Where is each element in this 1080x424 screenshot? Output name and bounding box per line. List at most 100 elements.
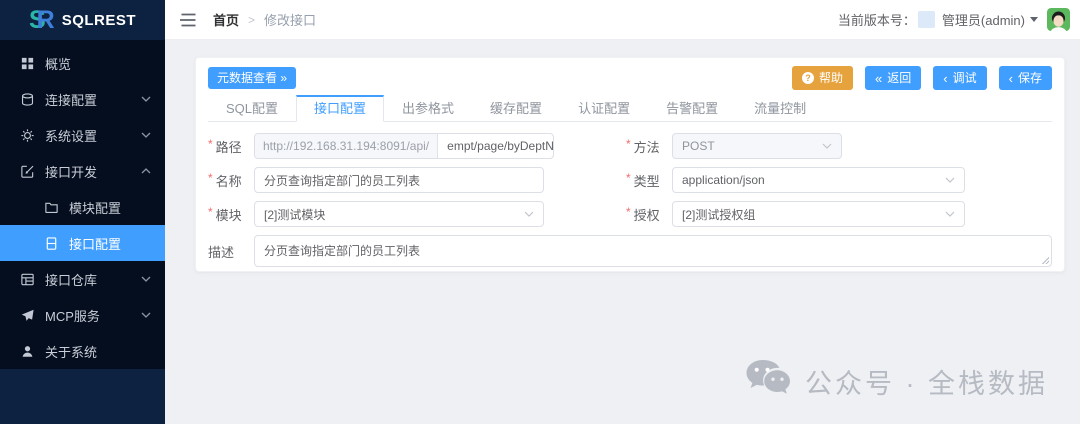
sidebar-item-label: 接口配置 — [69, 234, 121, 253]
chevron-down-icon — [822, 143, 832, 149]
user-icon — [20, 343, 35, 359]
type-label: *类型 — [626, 171, 672, 190]
required-asterisk: * — [208, 171, 213, 190]
main-area: 首页 > 修改接口 当前版本号： 管理员(admin) 元数据查看 » ? — [165, 0, 1080, 424]
tab-api-config[interactable]: 接口配置 — [296, 95, 384, 122]
sidebar-item-label: 概览 — [45, 54, 71, 73]
watermark: 公众号 · 全栈数据 — [744, 358, 1048, 404]
type-select[interactable]: application/json — [672, 167, 965, 193]
api-config-form: *路径 http://192.168.31.194:8091/api/ empt… — [208, 122, 1052, 267]
chevron-up-icon — [141, 168, 151, 174]
sidebar-menu: 概览 连接配置 系统设置 接口开发 — [0, 40, 165, 369]
metadata-view-button[interactable]: 元数据查看 » — [208, 67, 296, 89]
breadcrumb-home[interactable]: 首页 — [213, 10, 239, 29]
chevron-left-icon: ‹ — [943, 72, 947, 85]
resize-handle[interactable] — [1041, 256, 1049, 264]
name-label: *名称 — [208, 171, 254, 190]
sidebar-item-label: 关于系统 — [45, 342, 97, 361]
tab-sql-config[interactable]: SQL配置 — [208, 95, 296, 122]
tab-cache-config[interactable]: 缓存配置 — [472, 95, 560, 122]
send-icon — [20, 307, 35, 323]
name-input[interactable]: 分页查询指定部门的员工列表 — [254, 167, 544, 193]
api-config-card: 元数据查看 » ? 帮助 « 返回 ‹ 调试 ‹ 保存 — [195, 57, 1065, 272]
edit-icon — [20, 163, 35, 179]
sidebar-item-label: 连接配置 — [45, 90, 97, 109]
user-menu[interactable]: 管理员(admin) — [942, 10, 1025, 29]
sidebar-item-module-config[interactable]: 模块配置 — [0, 189, 165, 225]
sidebar-item-label: 接口仓库 — [45, 270, 97, 289]
path-input[interactable]: empt/page/byDeptNo — [438, 134, 554, 158]
chevron-left-icon: ‹ — [1009, 72, 1013, 85]
sidebar-item-label: 模块配置 — [69, 198, 121, 217]
sidebar-item-api-config[interactable]: 接口配置 — [0, 225, 165, 261]
app-window: SR SQLREST 概览 连接配置 系统设置 — [0, 0, 1080, 424]
tab-output-format[interactable]: 出参格式 — [384, 95, 472, 122]
sidebar-item-connections[interactable]: 连接配置 — [0, 81, 165, 117]
chevron-down-icon — [141, 276, 151, 282]
sidebar-item-mcp-service[interactable]: MCP服务 — [0, 297, 165, 333]
topbar: 首页 > 修改接口 当前版本号： 管理员(admin) — [165, 0, 1080, 40]
question-circle-icon: ? — [802, 72, 814, 84]
tab-auth-config[interactable]: 认证配置 — [560, 95, 648, 122]
sidebar-item-label: 接口开发 — [45, 162, 97, 181]
required-asterisk: * — [626, 171, 631, 190]
card-toolbar: 元数据查看 » ? 帮助 « 返回 ‹ 调试 ‹ 保存 — [208, 65, 1052, 91]
back-button[interactable]: « 返回 — [865, 66, 921, 90]
description-label: 描述 — [208, 242, 254, 261]
caret-down-icon[interactable] — [1030, 17, 1038, 22]
database-icon — [20, 91, 35, 107]
chevron-down-icon — [141, 96, 151, 102]
sidebar-footer — [0, 369, 165, 424]
sidebar-item-system-settings[interactable]: 系统设置 — [0, 117, 165, 153]
sidebar: SR SQLREST 概览 连接配置 系统设置 — [0, 0, 165, 424]
module-label: *模块 — [208, 205, 254, 224]
tab-traffic-control[interactable]: 流量控制 — [736, 95, 824, 122]
chevron-down-icon — [141, 132, 151, 138]
path-input-group: http://192.168.31.194:8091/api/ empt/pag… — [254, 133, 554, 159]
save-button[interactable]: ‹ 保存 — [999, 66, 1052, 90]
breadcrumb-separator: > — [248, 13, 255, 27]
description-textarea[interactable]: 分页查询指定部门的员工列表 — [254, 235, 1052, 267]
chevron-down-icon — [945, 177, 955, 183]
required-asterisk: * — [208, 205, 213, 224]
wechat-icon — [744, 358, 792, 404]
sidebar-item-label: MCP服务 — [45, 306, 100, 325]
tab-alert-config[interactable]: 告警配置 — [648, 95, 736, 122]
module-select[interactable]: [2]测试模块 — [254, 201, 544, 227]
gear-icon — [20, 127, 35, 143]
path-label: *路径 — [208, 137, 254, 156]
sidebar-item-about[interactable]: 关于系统 — [0, 333, 165, 369]
version-label: 当前版本号： — [838, 10, 916, 29]
breadcrumb-current: 修改接口 — [264, 10, 316, 29]
method-select[interactable]: POST — [672, 133, 842, 159]
required-asterisk: * — [626, 205, 631, 224]
app-logo: SR SQLREST — [0, 0, 165, 40]
auth-select[interactable]: [2]测试授权组 — [672, 201, 965, 227]
file-icon — [44, 235, 59, 251]
double-chevron-left-icon: « — [875, 72, 882, 85]
sidebar-item-label: 系统设置 — [45, 126, 97, 145]
required-asterisk: * — [208, 137, 213, 156]
help-button[interactable]: ? 帮助 — [792, 66, 853, 90]
version-badge — [918, 11, 935, 28]
hamburger-icon[interactable] — [179, 13, 197, 27]
avatar[interactable] — [1047, 8, 1070, 31]
app-title: SQLREST — [62, 12, 136, 29]
watermark-text: 公众号 · 全栈数据 — [805, 362, 1048, 401]
required-asterisk: * — [626, 137, 631, 156]
sidebar-item-api-warehouse[interactable]: 接口仓库 — [0, 261, 165, 297]
path-base-input: http://192.168.31.194:8091/api/ — [255, 134, 438, 158]
folder-icon — [44, 199, 59, 215]
sidebar-item-api-development[interactable]: 接口开发 — [0, 153, 165, 189]
debug-button[interactable]: ‹ 调试 — [933, 66, 986, 90]
grid-icon — [20, 55, 35, 71]
logo-mark: SR — [29, 8, 55, 33]
auth-label: *授权 — [626, 205, 672, 224]
topbar-right: 当前版本号： 管理员(admin) — [838, 8, 1070, 31]
chevron-down-icon — [524, 211, 534, 217]
method-label: *方法 — [626, 137, 672, 156]
config-tabs: SQL配置 接口配置 出参格式 缓存配置 认证配置 告警配置 流量控制 — [208, 95, 1052, 122]
sidebar-item-overview[interactable]: 概览 — [0, 45, 165, 81]
chevron-down-icon — [141, 312, 151, 318]
chevron-down-icon — [945, 211, 955, 217]
